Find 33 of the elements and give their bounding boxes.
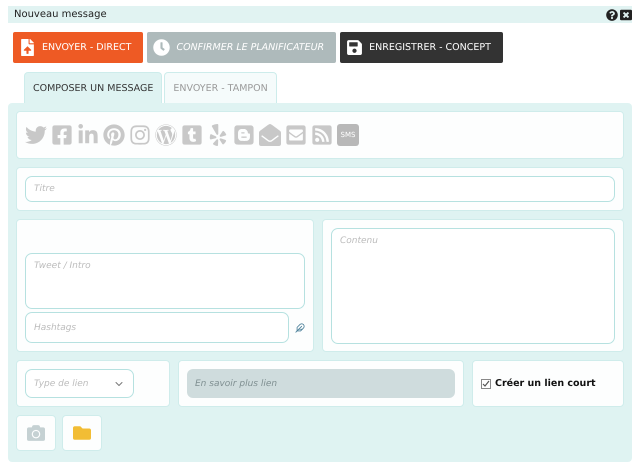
upload-icon <box>19 39 36 56</box>
content-field[interactable]: Contenu <box>331 228 615 344</box>
folder-icon <box>73 424 91 442</box>
instagram-icon[interactable] <box>129 124 151 146</box>
window-title: Nouveau message <box>14 9 107 20</box>
linkedin-icon[interactable] <box>77 124 99 146</box>
close-icon[interactable] <box>620 8 632 20</box>
bird-icon[interactable] <box>25 124 47 146</box>
checkmark-icon <box>482 380 490 388</box>
tab[interactable]: COMPOSER UN MESSAGE <box>24 72 162 103</box>
tumblr-icon[interactable] <box>181 124 203 146</box>
clock-icon <box>153 39 170 56</box>
facebook-icon[interactable] <box>51 124 73 146</box>
feather-icon[interactable] <box>295 322 305 332</box>
send-button[interactable]: ENVOYER - DIRECT <box>13 32 144 63</box>
blogger-icon[interactable] <box>233 124 255 146</box>
title-field[interactable]: Titre <box>25 176 615 202</box>
pinterest-icon[interactable] <box>103 124 125 146</box>
camera-icon <box>27 424 45 442</box>
open-envelope-icon[interactable] <box>259 124 281 146</box>
wordpress-icon[interactable] <box>155 124 177 146</box>
hashtags-field[interactable]: Hashtags <box>25 312 289 343</box>
folder-button[interactable] <box>62 415 102 451</box>
intro-field[interactable]: Tweet / Intro <box>25 253 305 309</box>
short-link-checkbox[interactable]: Créer un lien court <box>481 378 596 389</box>
link-type-select[interactable]: Type de lien <box>25 369 134 398</box>
yelp-icon[interactable] <box>207 124 229 146</box>
tab[interactable]: ENVOYER - TAMPON <box>164 72 277 103</box>
help-icon[interactable] <box>606 8 618 20</box>
save-button[interactable]: ENREGISTRER - CONCEPT <box>340 32 503 63</box>
rss-icon[interactable] <box>311 124 333 146</box>
camera-button[interactable] <box>16 415 56 451</box>
mail-icon[interactable] <box>285 124 307 146</box>
